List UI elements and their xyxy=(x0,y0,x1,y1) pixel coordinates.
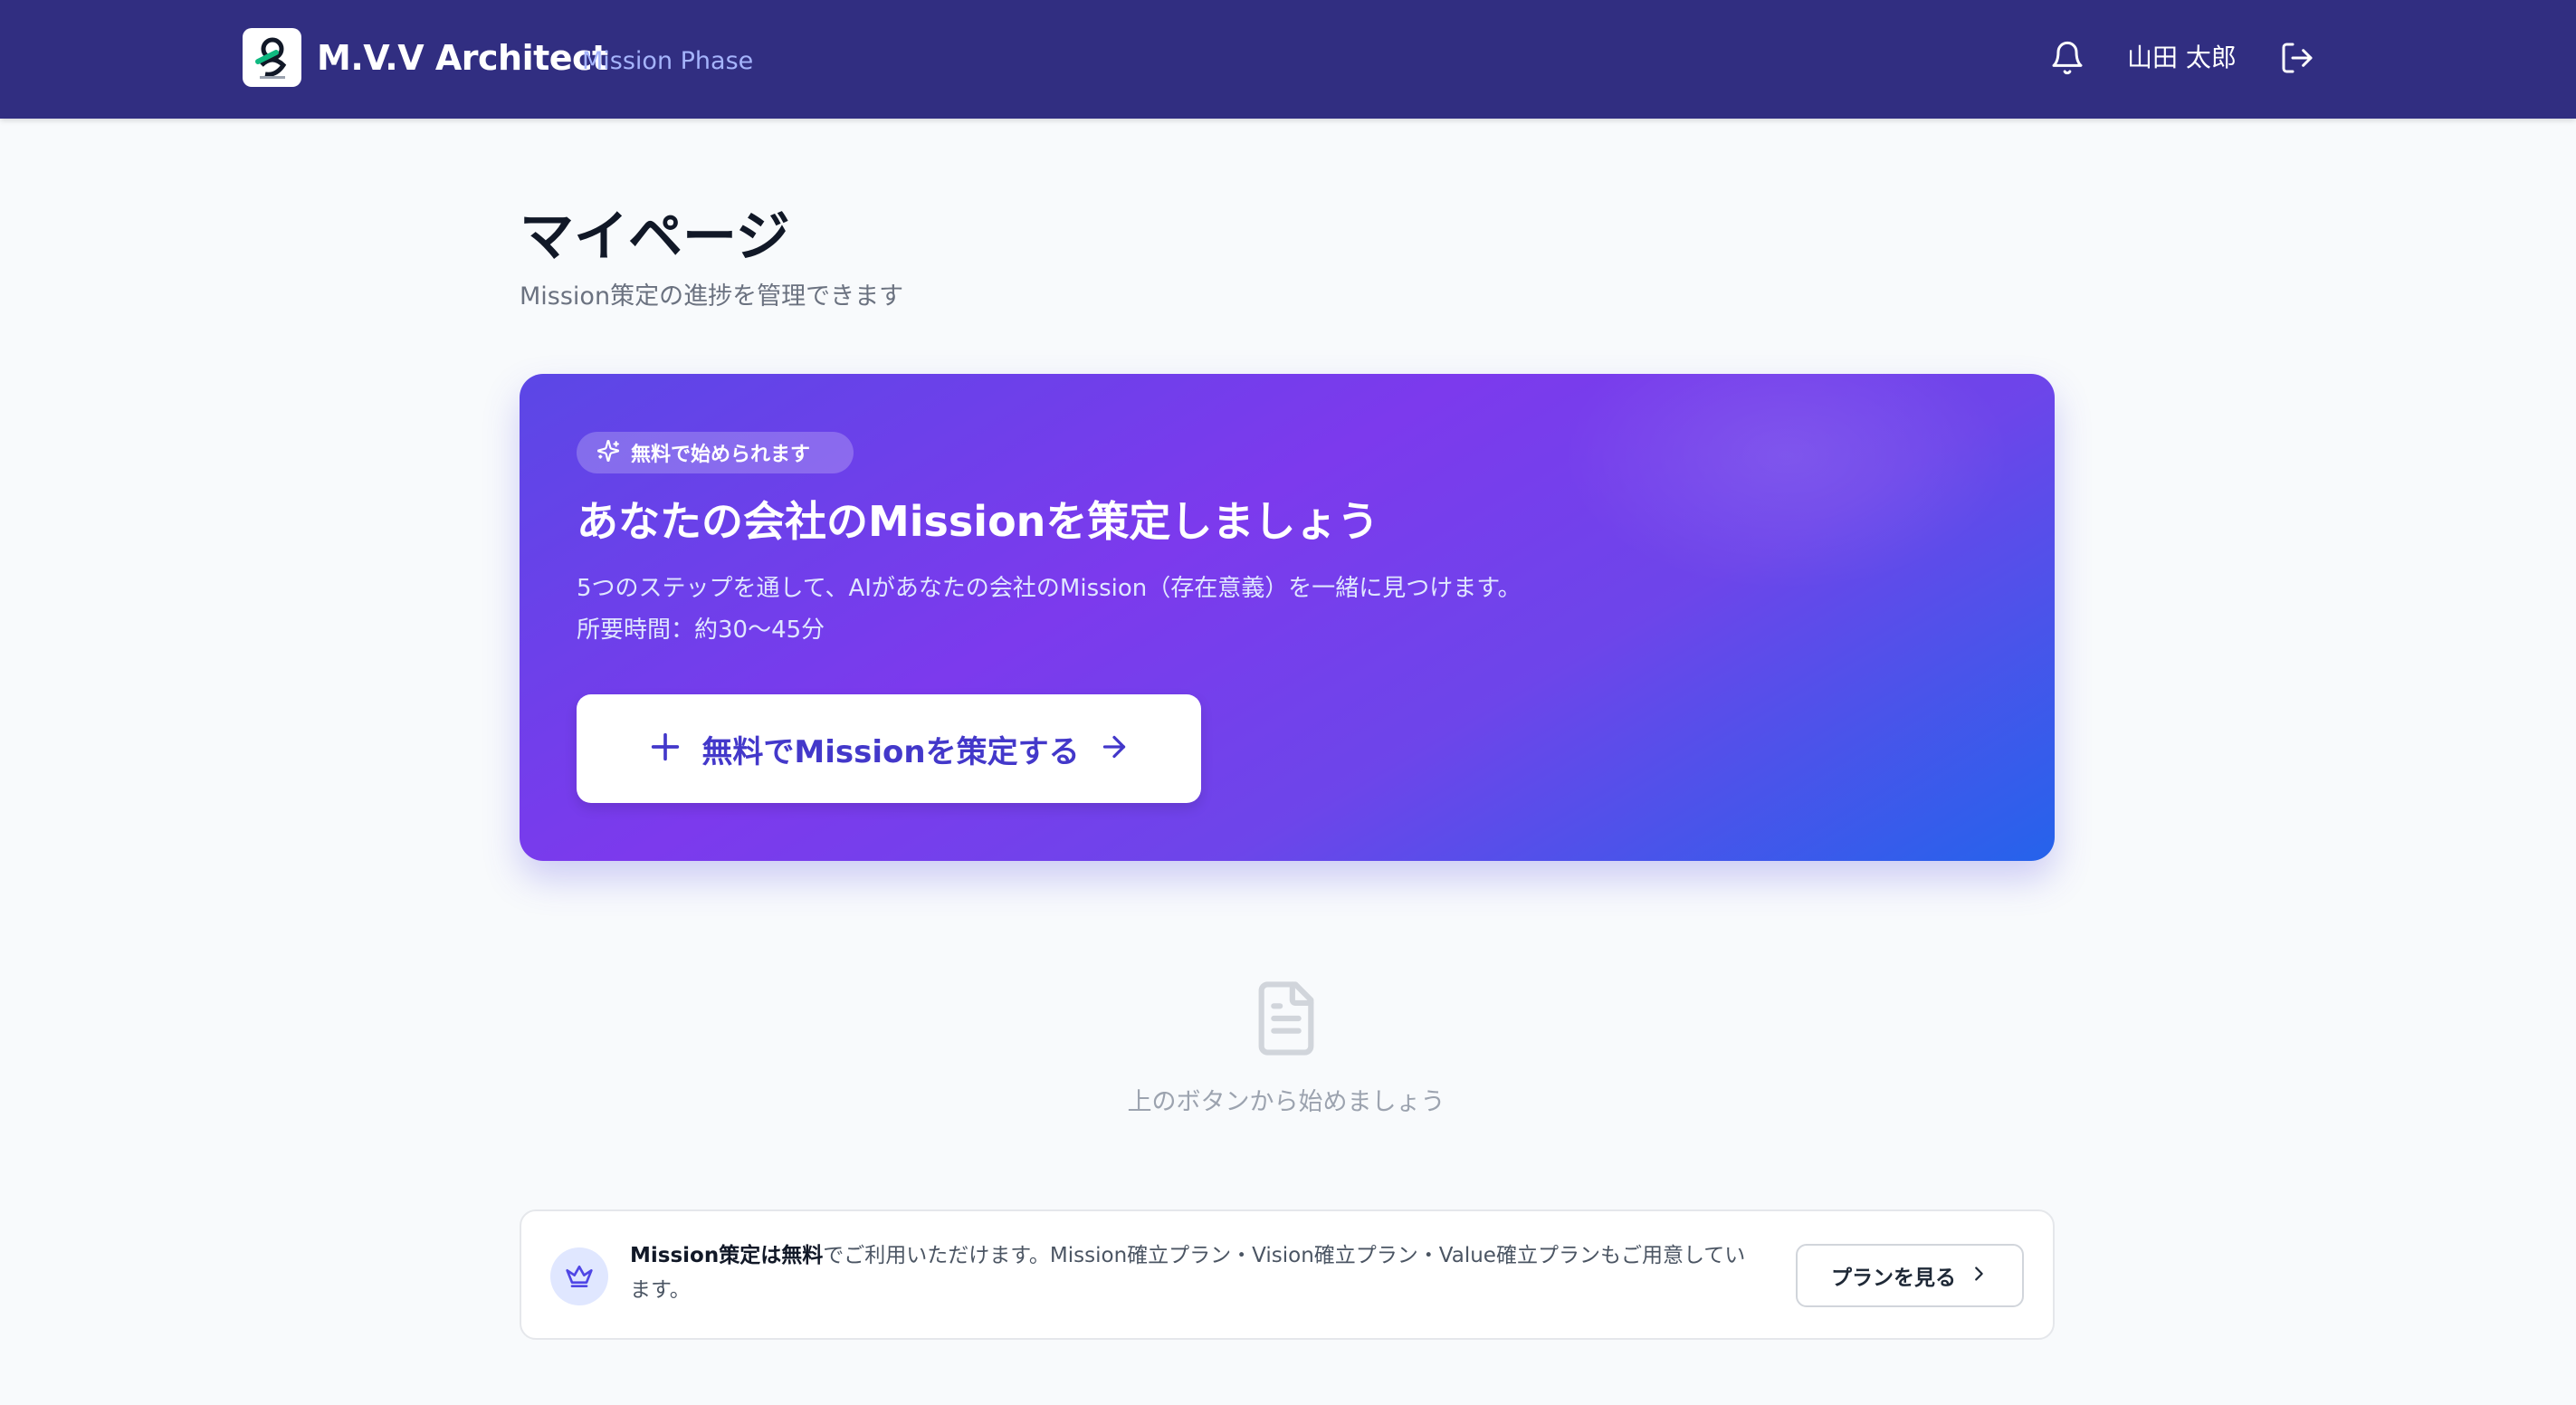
hero-description: 5つのステップを通して、AIがあなたの会社のMission（存在意義）を一緒に見… xyxy=(577,568,1522,651)
plan-info-bold: Mission策定は無料 xyxy=(630,1244,824,1267)
page-subtitle: Mission策定の進捗を管理できます xyxy=(520,282,904,311)
app-title[interactable]: M.V.V Architect xyxy=(317,34,608,81)
document-icon xyxy=(1249,978,1323,1059)
view-plans-button[interactable]: プランを見る xyxy=(1796,1244,2024,1307)
badge-label: 無料で始められます xyxy=(631,444,811,466)
logo-icon[interactable] xyxy=(243,28,301,87)
top-nav-bar: M.V.V Architect Mission Phase 山田 太郎 xyxy=(0,0,2576,119)
bell-icon[interactable] xyxy=(2049,40,2085,76)
start-mission-label: 無料でMissionを策定する xyxy=(701,733,1080,770)
hero-title: あなたの会社のMissionを策定しましょう xyxy=(577,497,1379,546)
start-mission-button[interactable]: 無料でMissionを策定する xyxy=(577,694,1201,803)
chevron-right-icon xyxy=(1969,1264,1989,1287)
empty-state-text: 上のボタンから始めましょう xyxy=(1127,1088,1445,1116)
plus-icon xyxy=(647,729,683,769)
page-title: マイページ xyxy=(520,205,790,269)
plan-info-box: Mission策定は無料でご利用いただけます。Mission確立プラン・Visi… xyxy=(520,1209,2055,1340)
hero-description-line2: 所要時間：約30〜45分 xyxy=(577,616,825,644)
free-badge: 無料で始められます xyxy=(577,432,854,473)
sparkles-icon xyxy=(596,439,620,466)
phase-label: Mission Phase xyxy=(582,47,754,75)
plan-info-text: Mission策定は無料でご利用いただけます。Mission確立プラン・Visi… xyxy=(630,1238,1752,1307)
mission-hero-card: 無料で始められます あなたの会社のMissionを策定しましょう 5つのステップ… xyxy=(520,374,2055,861)
logout-icon[interactable] xyxy=(2279,40,2315,76)
crown-icon xyxy=(550,1247,608,1305)
arrow-right-icon xyxy=(1098,731,1131,767)
user-name[interactable]: 山田 太郎 xyxy=(2127,38,2237,78)
view-plans-label: プランを見る xyxy=(1831,1266,1956,1290)
hero-description-line1: 5つのステップを通して、AIがあなたの会社のMission（存在意義）を一緒に見… xyxy=(577,575,1522,602)
